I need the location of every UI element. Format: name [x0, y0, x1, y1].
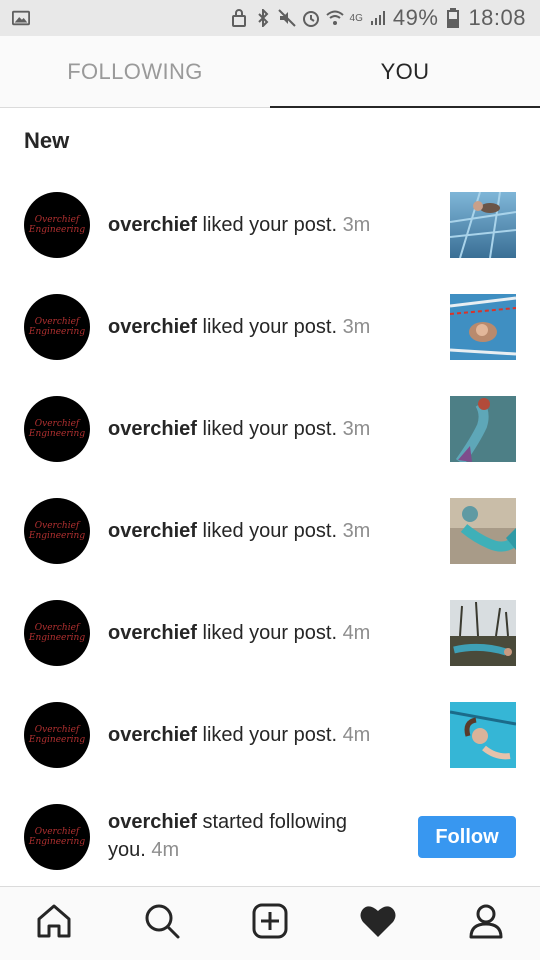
follow-button[interactable]: Follow [418, 816, 516, 858]
avatar[interactable]: Overchief Engineering [24, 498, 90, 564]
avatar-logo-text: Engineering [28, 225, 86, 235]
username-link[interactable]: overchief [108, 418, 197, 440]
avatar-logo-text: Engineering [28, 633, 86, 643]
avatar-logo-text: Overchief [34, 215, 80, 225]
bottom-nav [0, 886, 540, 960]
post-thumbnail[interactable] [450, 192, 516, 258]
section-title-new: New [24, 128, 70, 153]
mute-icon [277, 9, 296, 27]
username-link[interactable]: overchief [108, 724, 197, 746]
notification-time: 4m [342, 724, 371, 746]
notification-time: 3m [342, 214, 371, 236]
list-item[interactable]: Overchief Engineering overchief liked yo… [0, 378, 540, 480]
notification-text: overchief liked your post. 3m [108, 517, 370, 545]
notification-text: overchief liked your post. 4m [108, 721, 370, 749]
avatar-logo-text: Engineering [28, 837, 86, 847]
nav-search[interactable] [132, 894, 192, 954]
post-thumbnail[interactable] [450, 294, 516, 360]
notification-action: liked your post. [196, 214, 343, 236]
notification-text: overchief liked your post. 3m [108, 415, 370, 443]
network-type: 4G [349, 12, 363, 24]
notification-action: liked your post. [196, 418, 343, 440]
list-item[interactable]: Overchief Engineering overchief liked yo… [0, 276, 540, 378]
notification-action: liked your post. [196, 520, 343, 542]
nav-activity[interactable] [348, 894, 408, 954]
list-item[interactable]: Overchief Engineering overchief started … [0, 786, 540, 888]
tab-you[interactable]: YOU [270, 36, 540, 108]
battery-icon [444, 8, 462, 28]
avatar[interactable]: Overchief Engineering [24, 804, 90, 870]
username-link[interactable]: overchief [108, 520, 197, 542]
status-bar: 4G 49% 18:08 [0, 0, 540, 36]
add-post-icon [251, 902, 289, 945]
avatar-logo-text: Overchief [34, 827, 80, 837]
image-icon [12, 9, 30, 27]
heart-icon [359, 903, 397, 944]
username-link[interactable]: overchief [108, 214, 197, 236]
list-item[interactable]: Overchief Engineering overchief liked yo… [0, 174, 540, 276]
clock: 18:08 [468, 5, 526, 30]
battery-percent: 49% [392, 5, 439, 30]
avatar[interactable]: Overchief Engineering [24, 396, 90, 462]
notification-time: 3m [342, 316, 371, 338]
avatar-logo-text: Overchief [34, 419, 80, 429]
nav-profile[interactable] [456, 894, 516, 954]
post-thumbnail[interactable] [450, 702, 516, 768]
notification-action: started following [196, 811, 348, 833]
alarm-icon [302, 9, 320, 27]
avatar[interactable]: Overchief Engineering [24, 702, 90, 768]
list-item[interactable]: Overchief Engineering overchief liked yo… [0, 582, 540, 684]
home-icon [35, 902, 73, 945]
notification-action: liked your post. [196, 622, 343, 644]
nav-new-post[interactable] [240, 894, 300, 954]
avatar[interactable]: Overchief Engineering [24, 192, 90, 258]
avatar-logo-text: Engineering [28, 327, 86, 337]
username-link[interactable]: overchief [108, 622, 197, 644]
post-thumbnail[interactable] [450, 600, 516, 666]
wifi-icon [325, 9, 344, 27]
lock-icon [230, 9, 248, 27]
notification-text: overchief liked your post. 4m [108, 619, 370, 647]
notification-text: overchief liked your post. 3m [108, 211, 370, 239]
signal-icon [369, 9, 387, 27]
notification-time: 3m [342, 520, 371, 542]
avatar-logo-text: Engineering [28, 735, 86, 745]
notification-time: 4m [151, 839, 180, 861]
post-thumbnail[interactable] [450, 396, 516, 462]
list-item[interactable]: Overchief Engineering overchief liked yo… [0, 480, 540, 582]
notification-text: overchief liked your post. 3m [108, 313, 370, 341]
notification-action: liked your post. [196, 724, 343, 746]
notification-action-cont: you. [108, 839, 152, 861]
avatar-logo-text: Overchief [34, 317, 80, 327]
notification-action: liked your post. [196, 316, 343, 338]
username-link[interactable]: overchief [108, 316, 197, 338]
avatar-logo-text: Engineering [28, 531, 86, 541]
list-item[interactable]: Overchief Engineering overchief liked yo… [0, 684, 540, 786]
profile-icon [467, 902, 505, 945]
nav-home[interactable] [24, 894, 84, 954]
tab-following[interactable]: FOLLOWING [0, 36, 270, 107]
bluetooth-icon [254, 9, 272, 27]
avatar-logo-text: Engineering [28, 429, 86, 439]
avatar-logo-text: Overchief [34, 521, 80, 531]
notification-text: overchief started following you. 4m [108, 808, 347, 864]
avatar-logo-text: Overchief [34, 623, 80, 633]
avatar-logo-text: Overchief [34, 725, 80, 735]
avatar[interactable]: Overchief Engineering [24, 294, 90, 360]
username-link[interactable]: overchief [108, 811, 197, 833]
post-thumbnail[interactable] [450, 498, 516, 564]
notification-list: Overchief Engineering overchief liked yo… [0, 174, 540, 888]
notification-time: 3m [342, 418, 371, 440]
notification-time: 4m [342, 622, 371, 644]
activity-tabs: FOLLOWING YOU [0, 36, 540, 108]
search-icon [143, 902, 181, 945]
avatar[interactable]: Overchief Engineering [24, 600, 90, 666]
